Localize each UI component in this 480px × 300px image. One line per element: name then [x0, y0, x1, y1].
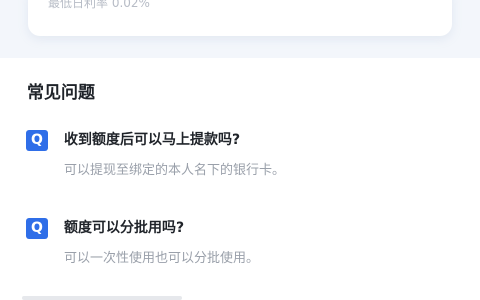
bottom-divider: [22, 296, 182, 300]
faq-section: 常见问题 Q 收到额度后可以马上提款吗? 可以提现至绑定的本人名下的银行卡。 Q…: [0, 58, 480, 300]
faq-answer: 可以一次性使用也可以分批使用。: [64, 251, 260, 266]
faq-item[interactable]: Q 额度可以分批用吗? 可以一次性使用也可以分批使用。: [26, 218, 456, 278]
rate-card: 最低日利率 0.02%: [28, 0, 452, 36]
daily-rate-text: 最低日利率 0.02%: [48, 0, 150, 10]
faq-question: 额度可以分批用吗?: [64, 220, 185, 236]
faq-item[interactable]: Q 收到额度后可以马上提款吗? 可以提现至绑定的本人名下的银行卡。: [26, 130, 456, 190]
faq-question: 收到额度后可以马上提款吗?: [64, 132, 241, 148]
faq-title: 常见问题: [27, 83, 95, 103]
faq-answer: 可以提现至绑定的本人名下的银行卡。: [64, 163, 286, 178]
question-badge-icon: Q: [26, 218, 48, 239]
top-area: 最低日利率 0.02%: [0, 0, 480, 58]
question-badge-icon: Q: [26, 130, 48, 151]
